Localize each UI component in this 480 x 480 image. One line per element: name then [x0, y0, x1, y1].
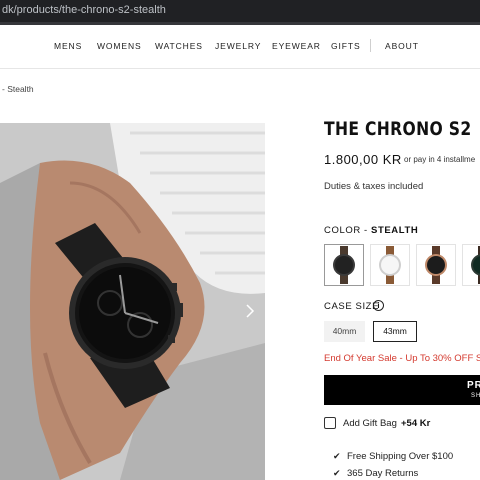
- case-size-40mm-button[interactable]: 40mm: [324, 321, 365, 342]
- add-to-cart-button[interactable]: PR SH: [324, 375, 480, 405]
- nav-item-jewelry[interactable]: JEWELRY: [215, 41, 261, 51]
- buy-button-label: PR: [467, 380, 480, 391]
- breadcrumb[interactable]: - Stealth: [2, 84, 34, 94]
- gift-bag-checkbox[interactable]: [324, 417, 336, 429]
- buy-button-sublabel: SH: [471, 393, 480, 399]
- case-size-43mm-button[interactable]: 43mm: [373, 321, 417, 342]
- feature-free-shipping: ✔ Free Shipping Over $100: [333, 451, 453, 462]
- color-label: COLOR - STEALTH: [324, 225, 418, 236]
- nav-item-eyewear[interactable]: EYEWEAR: [272, 41, 321, 51]
- product-price: 1.800,00 KR: [324, 152, 402, 167]
- nav-item-watches[interactable]: WATCHES: [155, 41, 203, 51]
- main-navigation: MENS WOMENS WATCHES JEWELRY EYEWEAR GIFT…: [0, 25, 480, 69]
- feature-label: Free Shipping Over $100: [347, 451, 454, 462]
- checkmark-icon: ✔: [333, 451, 341, 461]
- browser-address-bar[interactable]: dk/products/the-chrono-s2-stealth: [0, 0, 480, 22]
- gift-bag-price: +54 Kr: [401, 418, 431, 429]
- nav-divider: [370, 39, 371, 52]
- next-image-arrow-icon[interactable]: [243, 303, 257, 319]
- color-swatch-stealth[interactable]: [324, 244, 364, 286]
- nav-item-mens[interactable]: MENS: [54, 41, 82, 51]
- color-swatch-black-rose-gold[interactable]: [416, 244, 456, 286]
- nav-item-gifts[interactable]: GIFTS: [331, 41, 361, 51]
- checkmark-icon: ✔: [333, 468, 341, 478]
- color-swatch-silver-white[interactable]: [370, 244, 410, 286]
- duties-note: Duties & taxes included: [324, 181, 424, 192]
- nav-item-womens[interactable]: WOMENS: [97, 41, 142, 51]
- nav-item-about[interactable]: ABOUT: [385, 41, 419, 51]
- watch-on-wrist-photo: [0, 123, 265, 480]
- installments-note: or pay in 4 installme: [404, 155, 476, 164]
- color-selected-name: STEALTH: [371, 225, 419, 236]
- product-image[interactable]: [0, 123, 265, 480]
- product-title: THE CHRONO S2: [324, 118, 472, 140]
- case-size-label: CASE SIZE: [324, 301, 380, 312]
- black-rose-gold-watch-thumbnail-icon: [425, 246, 447, 284]
- sale-banner-text[interactable]: End Of Year Sale - Up To 30% OFF S: [324, 353, 480, 364]
- color-swatch-black-green[interactable]: [462, 244, 480, 286]
- stealth-watch-thumbnail-icon: [333, 246, 355, 284]
- silver-white-watch-thumbnail-icon: [379, 246, 401, 284]
- color-label-prefix: COLOR -: [324, 225, 372, 236]
- black-green-watch-thumbnail-icon: [471, 246, 480, 284]
- url-text[interactable]: dk/products/the-chrono-s2-stealth: [2, 4, 166, 16]
- gift-bag-label[interactable]: Add Gift Bag: [343, 418, 397, 429]
- feature-label: 365 Day Returns: [347, 468, 419, 479]
- feature-returns: ✔ 365 Day Returns: [333, 468, 418, 479]
- info-icon[interactable]: i: [373, 300, 384, 311]
